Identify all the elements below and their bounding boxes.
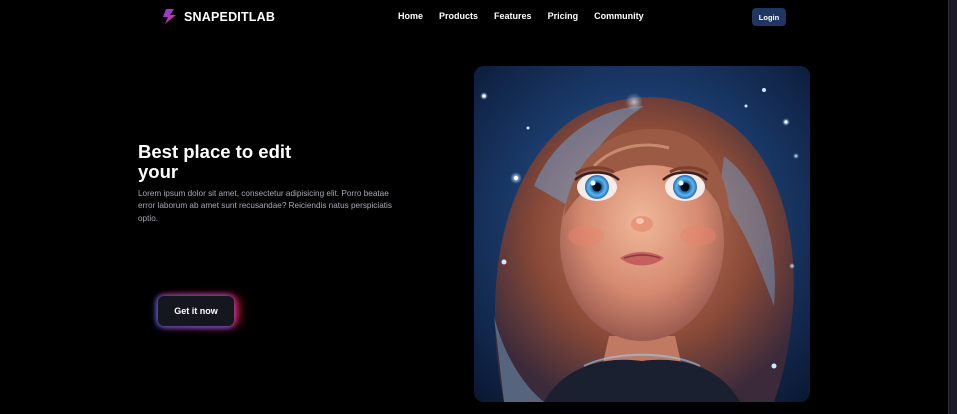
get-it-now-button[interactable]: Get it now: [158, 296, 234, 326]
hero-image: [474, 66, 810, 402]
nav-link-community[interactable]: Community: [594, 11, 644, 21]
nav-link-products[interactable]: Products: [439, 11, 478, 21]
nav-links: Home Products Features Pricing Community: [398, 11, 644, 21]
login-button[interactable]: Login: [752, 8, 786, 26]
scrollbar-edge: [948, 0, 949, 414]
brand-logo-link[interactable]: SNAPEDITLAB: [161, 8, 275, 25]
nav-link-features[interactable]: Features: [494, 11, 532, 21]
nav-link-pricing[interactable]: Pricing: [548, 11, 579, 21]
page-scrollbar[interactable]: [948, 0, 957, 414]
lightning-logo-icon: [161, 8, 178, 25]
girl-portrait-illustration: [474, 66, 810, 402]
navbar: SNAPEDITLAB Home Products Features Prici…: [0, 0, 948, 34]
hero-description: Lorem ipsum dolor sit amet, consectetur …: [138, 189, 392, 223]
hero-title: Best place to edit your: [138, 141, 292, 182]
nav-link-home[interactable]: Home: [398, 11, 423, 21]
brand-name: SNAPEDITLAB: [184, 9, 276, 24]
page: SNAPEDITLAB Home Products Features Prici…: [0, 0, 957, 414]
